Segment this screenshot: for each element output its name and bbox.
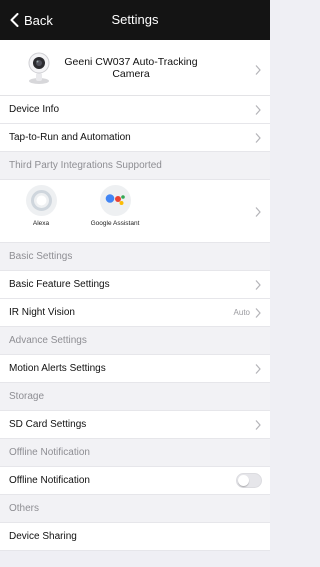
alexa-icon [25, 185, 57, 216]
device-name: Geeni CW037 Auto-Tracking Camera [64, 55, 198, 80]
sd-card-settings-label: SD Card Settings [9, 419, 87, 430]
chevron-right-icon [255, 419, 261, 430]
chevron-right-icon [255, 307, 261, 318]
sd-card-settings-row[interactable]: SD Card Settings [0, 411, 270, 439]
device-info-row[interactable]: Device Info [0, 96, 270, 124]
tap-to-run-label: Tap-to-Run and Automation [9, 132, 131, 143]
chevron-right-icon [255, 279, 261, 290]
chevron-right-icon [255, 363, 261, 374]
alexa-label: Alexa [32, 220, 50, 227]
ir-night-vision-row[interactable]: IR Night Vision Auto [0, 299, 270, 327]
back-button[interactable]: Back [10, 0, 53, 40]
tap-to-run-row[interactable]: Tap-to-Run and Automation [0, 124, 270, 152]
chevron-right-icon [255, 104, 261, 115]
chevron-right-icon [255, 132, 261, 143]
device-sharing-row[interactable]: Device Sharing [0, 523, 270, 551]
device-sharing-label: Device Sharing [9, 531, 77, 542]
ir-night-vision-value: Auto [233, 308, 250, 317]
motion-alerts-settings-row[interactable]: Motion Alerts Settings [0, 355, 270, 383]
ir-night-vision-label: IR Night Vision [9, 307, 75, 318]
motion-alerts-settings-label: Motion Alerts Settings [9, 363, 106, 374]
basic-feature-settings-row[interactable]: Basic Feature Settings [0, 271, 270, 299]
camera-icon [26, 51, 52, 85]
google-assistant-icon [99, 185, 131, 216]
integrations-section-header: Third Party Integrations Supported [0, 152, 270, 180]
offline-notification-label: Offline Notification [9, 475, 90, 486]
google-assistant-integration[interactable]: Google Assistant [90, 185, 140, 227]
bottom-spacer [0, 551, 270, 567]
chevron-right-icon [255, 207, 261, 217]
storage-header: Storage [0, 383, 270, 411]
offline-notification-header: Offline Notification [0, 439, 270, 467]
basic-feature-settings-label: Basic Feature Settings [9, 279, 110, 290]
back-label: Back [24, 12, 53, 28]
others-header: Others [0, 495, 270, 523]
offline-notification-toggle[interactable] [236, 473, 262, 488]
chevron-left-icon [10, 13, 19, 27]
device-info-label: Device Info [9, 104, 60, 115]
device-header-row[interactable]: Geeni CW037 Auto-Tracking Camera [0, 40, 270, 96]
alexa-integration[interactable]: Alexa [16, 185, 66, 227]
integrations-row[interactable]: Alexa Google Assistant [0, 180, 270, 243]
offline-notification-row: Offline Notification [0, 467, 270, 495]
basic-settings-header: Basic Settings [0, 243, 270, 271]
navigation-bar: Back Settings [0, 0, 270, 40]
advance-settings-header: Advance Settings [0, 327, 270, 355]
google-assistant-label: Google Assistant [90, 220, 140, 227]
chevron-right-icon [255, 65, 261, 75]
